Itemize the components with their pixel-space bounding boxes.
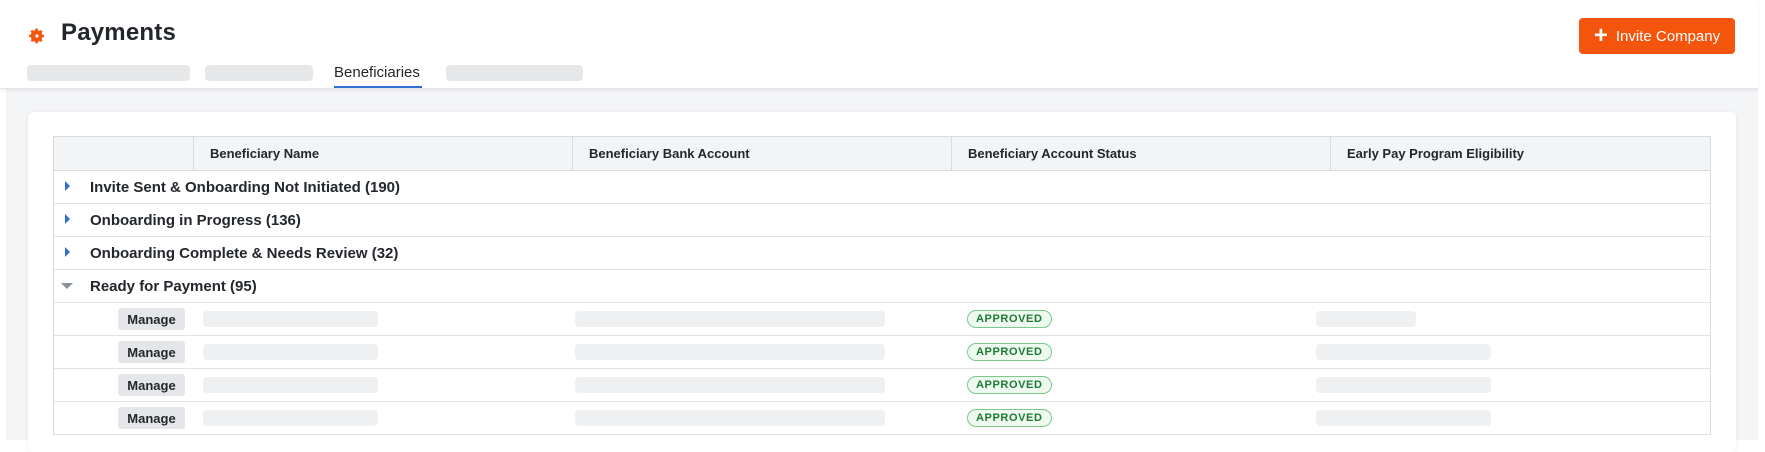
group-row-onboarding-complete[interactable]: Onboarding Complete & Needs Review (32) (54, 237, 1710, 270)
group-label: Onboarding in Progress (136) (90, 211, 301, 229)
caret-right-icon (65, 214, 70, 224)
group-row-onboarding-in-progress[interactable]: Onboarding in Progress (136) (54, 204, 1710, 237)
column-header-bank-account[interactable]: Beneficiary Bank Account (572, 137, 951, 170)
gear-icon (29, 28, 45, 44)
status-badge: APPROVED (967, 310, 1052, 328)
tab-beneficiaries[interactable]: Beneficiaries (334, 64, 420, 81)
main-content: Beneficiary Name Beneficiary Bank Accoun… (6, 89, 1758, 452)
bank-account-placeholder (575, 311, 885, 327)
beneficiaries-table: Beneficiary Name Beneficiary Bank Accoun… (53, 136, 1711, 435)
caret-right-icon (65, 247, 70, 257)
manage-button[interactable]: Manage (118, 407, 185, 429)
tab-placeholder-3[interactable] (446, 65, 583, 81)
plus-icon: + (1593, 22, 1608, 49)
beneficiary-name-placeholder (203, 344, 378, 360)
group-label: Ready for Payment (95) (90, 277, 257, 295)
manage-button[interactable]: Manage (118, 341, 185, 363)
bank-account-placeholder (575, 410, 885, 426)
caret-down-icon (61, 283, 73, 289)
group-label: Invite Sent & Onboarding Not Initiated (… (90, 178, 401, 196)
table-row: Manage APPROVED (54, 303, 1710, 336)
table-header: Beneficiary Name Beneficiary Bank Accoun… (54, 137, 1710, 171)
beneficiary-name-placeholder (203, 311, 378, 327)
group-row-ready-for-payment[interactable]: Ready for Payment (95) (54, 270, 1710, 303)
header-actions-column (54, 137, 193, 170)
early-pay-placeholder (1316, 344, 1491, 360)
early-pay-placeholder (1316, 410, 1491, 426)
bank-account-placeholder (575, 344, 885, 360)
status-badge: APPROVED (967, 376, 1052, 394)
table-row: Manage APPROVED (54, 336, 1710, 369)
page-title: Payments (61, 19, 176, 46)
manage-button[interactable]: Manage (118, 308, 185, 330)
group-row-invite-sent[interactable]: Invite Sent & Onboarding Not Initiated (… (54, 171, 1710, 204)
beneficiary-name-placeholder (203, 377, 378, 393)
table-row: Manage APPROVED (54, 369, 1710, 402)
column-header-account-status[interactable]: Beneficiary Account Status (951, 137, 1330, 170)
column-header-early-pay[interactable]: Early Pay Program Eligibility (1330, 137, 1710, 170)
tab-placeholder-2[interactable] (205, 65, 313, 81)
caret-right-icon (65, 181, 70, 191)
column-header-beneficiary-name[interactable]: Beneficiary Name (193, 137, 572, 170)
status-badge: APPROVED (967, 409, 1052, 427)
table-row: Manage APPROVED (54, 402, 1710, 435)
beneficiary-name-placeholder (203, 410, 378, 426)
beneficiaries-card: Beneficiary Name Beneficiary Bank Accoun… (28, 112, 1736, 452)
invite-company-label: Invite Company (1615, 27, 1721, 45)
page-header: Payments + Invite Company Beneficiaries (0, 0, 1758, 89)
bank-account-placeholder (575, 377, 885, 393)
active-tab-indicator (334, 86, 422, 88)
invite-company-button[interactable]: + Invite Company (1579, 18, 1735, 54)
tab-placeholder-1[interactable] (27, 65, 190, 81)
status-badge: APPROVED (967, 343, 1052, 361)
early-pay-placeholder (1316, 311, 1416, 327)
group-label: Onboarding Complete & Needs Review (32) (90, 244, 399, 262)
early-pay-placeholder (1316, 377, 1491, 393)
manage-button[interactable]: Manage (118, 374, 185, 396)
